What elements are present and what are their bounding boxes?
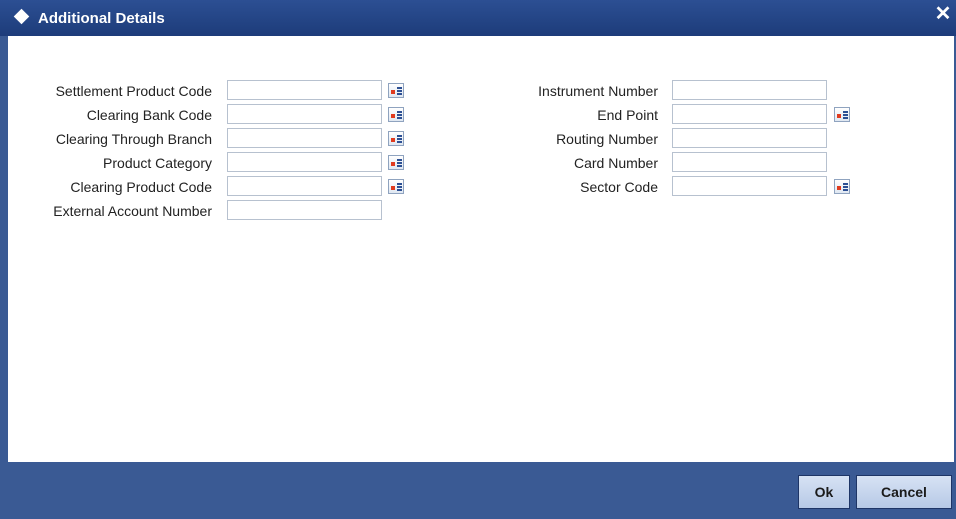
title-bar: Additional Details ✕ <box>0 0 956 36</box>
additional-details-dialog: Additional Details ✕ Settlement Product … <box>0 0 956 519</box>
end-point-lov-icon[interactable] <box>834 107 850 122</box>
settlement-product-code-label: Settlement Product Code <box>55 83 212 99</box>
external-account-number-input[interactable] <box>227 200 382 220</box>
external-account-number-label: External Account Number <box>53 203 212 219</box>
clearing-bank-code-label: Clearing Bank Code <box>86 107 212 123</box>
clearing-bank-code-lov-icon[interactable] <box>388 107 404 122</box>
routing-number-label: Routing Number <box>556 131 658 147</box>
cancel-button[interactable]: Cancel <box>856 475 952 509</box>
clearing-product-code-label: Clearing Product Code <box>70 179 212 195</box>
clearing-bank-code-input[interactable] <box>227 104 382 124</box>
diamond-icon <box>13 8 30 25</box>
dialog-title: Additional Details <box>38 10 165 27</box>
clearing-product-code-lov-icon[interactable] <box>388 179 404 194</box>
sector-code-lov-icon[interactable] <box>834 179 850 194</box>
instrument-number-label: Instrument Number <box>538 83 658 99</box>
clearing-through-branch-lov-icon[interactable] <box>388 131 404 146</box>
card-number-input[interactable] <box>672 152 827 172</box>
end-point-input[interactable] <box>672 104 827 124</box>
sector-code-input[interactable] <box>672 176 827 196</box>
product-category-label: Product Category <box>103 155 212 171</box>
clearing-through-branch-label: Clearing Through Branch <box>55 131 212 147</box>
routing-number-input[interactable] <box>672 128 827 148</box>
product-category-input[interactable] <box>227 152 382 172</box>
settlement-product-code-input[interactable] <box>227 80 382 100</box>
instrument-number-input[interactable] <box>672 80 827 100</box>
end-point-label: End Point <box>597 107 658 123</box>
clearing-product-code-input[interactable] <box>227 176 382 196</box>
card-number-label: Card Number <box>573 155 658 171</box>
ok-button[interactable]: Ok <box>798 475 850 509</box>
product-category-lov-icon[interactable] <box>388 155 404 170</box>
close-icon[interactable]: ✕ <box>934 4 952 24</box>
clearing-through-branch-input[interactable] <box>227 128 382 148</box>
settlement-product-code-lov-icon[interactable] <box>388 83 404 98</box>
sector-code-label: Sector Code <box>580 179 658 195</box>
